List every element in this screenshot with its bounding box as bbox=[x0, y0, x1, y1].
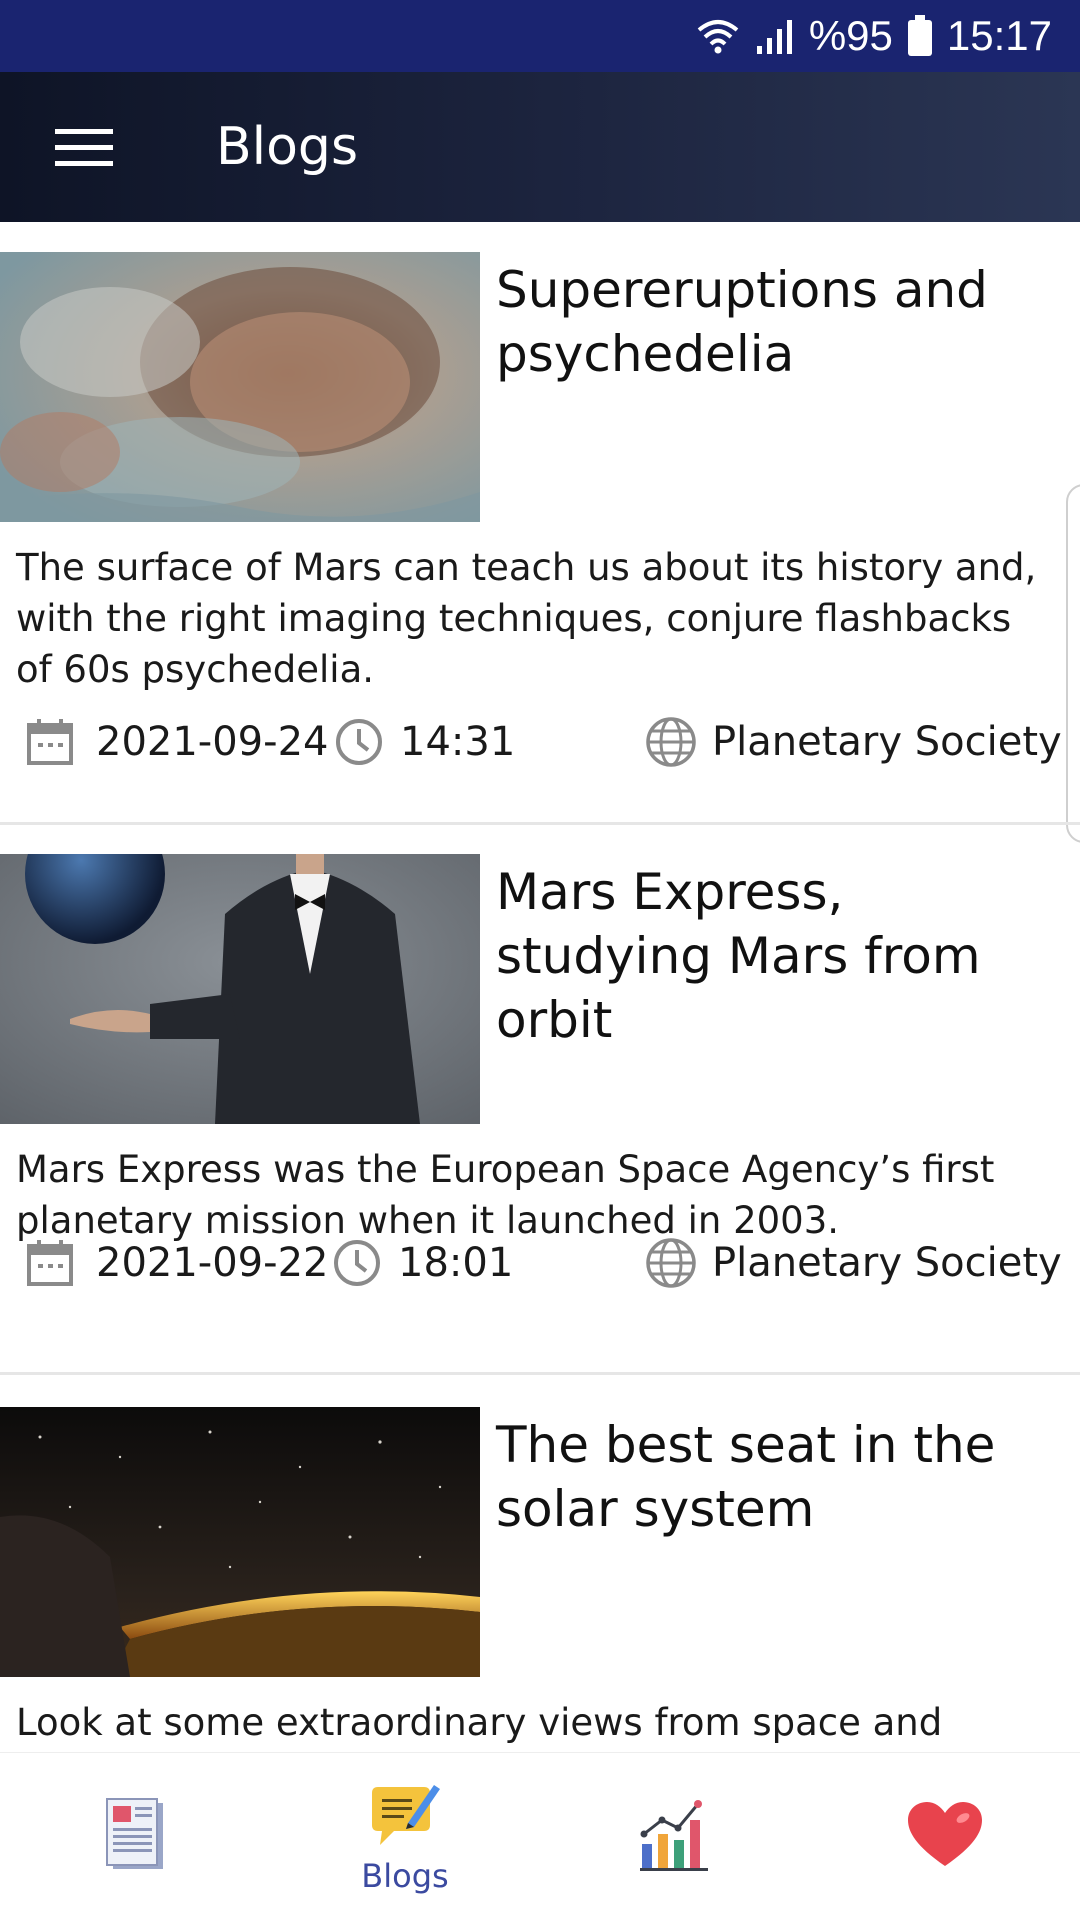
blog-thumbnail[interactable] bbox=[0, 252, 480, 522]
card-divider bbox=[0, 822, 1080, 825]
clock-icon bbox=[334, 1240, 380, 1286]
nav-news[interactable] bbox=[0, 1753, 270, 1921]
battery-icon bbox=[907, 15, 933, 57]
blog-thumbnail[interactable] bbox=[0, 854, 480, 1124]
signal-icon bbox=[755, 16, 795, 56]
card-divider bbox=[0, 1372, 1080, 1375]
globe-icon bbox=[646, 717, 696, 767]
date-group: 2021-09-24 bbox=[26, 707, 328, 777]
blog-date: 2021-09-22 bbox=[96, 1240, 329, 1286]
heart-icon bbox=[908, 1802, 982, 1866]
blog-meta: 2021-09-22 18:01 Planetary Society bbox=[0, 1228, 1080, 1298]
globe-icon bbox=[646, 1238, 696, 1288]
blog-date: 2021-09-24 bbox=[96, 719, 329, 765]
date-group: 2021-09-22 bbox=[26, 1228, 328, 1298]
nav-stats[interactable] bbox=[540, 1753, 810, 1921]
calendar-icon bbox=[27, 1240, 73, 1286]
clock: 15:17 bbox=[946, 12, 1052, 59]
chart-icon bbox=[640, 1800, 708, 1871]
source-group: Planetary Society bbox=[644, 707, 1062, 777]
time-group: 14:31 bbox=[334, 707, 515, 777]
app-bar: Blogs bbox=[0, 72, 1080, 222]
scroll-indicator bbox=[1066, 484, 1080, 843]
nav-blogs[interactable]: Blogs bbox=[270, 1753, 540, 1921]
blog-pen-icon bbox=[372, 1785, 440, 1845]
blog-source: Planetary Society bbox=[712, 719, 1062, 765]
blog-time: 18:01 bbox=[398, 1240, 514, 1286]
blog-title[interactable]: Mars Express, studying Mars from orbit bbox=[496, 860, 1066, 1052]
source-group: Planetary Society bbox=[644, 1228, 1062, 1298]
blog-thumbnail[interactable] bbox=[0, 1407, 480, 1677]
nav-blogs-label: Blogs bbox=[361, 1857, 449, 1895]
wifi-icon bbox=[695, 16, 741, 56]
earth-from-space-image bbox=[0, 1407, 480, 1677]
blog-source: Planetary Society bbox=[712, 1240, 1062, 1286]
blog-description: Look at some extraordinary views from sp… bbox=[16, 1701, 943, 1744]
blog-meta: 2021-09-24 14:31 Planetary Society bbox=[0, 707, 1080, 777]
page-title: Blogs bbox=[216, 117, 359, 177]
man-with-planet-image bbox=[0, 854, 480, 1124]
mars-surface-image bbox=[0, 252, 480, 522]
blog-description: The surface of Mars can teach us about i… bbox=[16, 546, 1037, 691]
blog-feed[interactable]: Supereruptions and psychedelia The surfa… bbox=[0, 222, 1080, 1752]
battery-percent: %95 bbox=[808, 12, 893, 59]
clock-icon bbox=[336, 719, 382, 765]
blog-time: 14:31 bbox=[400, 719, 516, 765]
news-icon bbox=[106, 1798, 163, 1869]
status-bar: %95 15:17 bbox=[0, 0, 1080, 72]
blog-title[interactable]: Supereruptions and psychedelia bbox=[496, 258, 1066, 386]
time-group: 18:01 bbox=[332, 1228, 513, 1298]
bottom-navigation: Blogs bbox=[0, 1752, 1080, 1921]
calendar-icon bbox=[27, 719, 73, 765]
hamburger-menu-icon bbox=[55, 129, 113, 166]
nav-favorites[interactable] bbox=[810, 1753, 1080, 1921]
blog-title[interactable]: The best seat in the solar system bbox=[496, 1413, 1066, 1541]
menu-button[interactable] bbox=[36, 99, 132, 195]
